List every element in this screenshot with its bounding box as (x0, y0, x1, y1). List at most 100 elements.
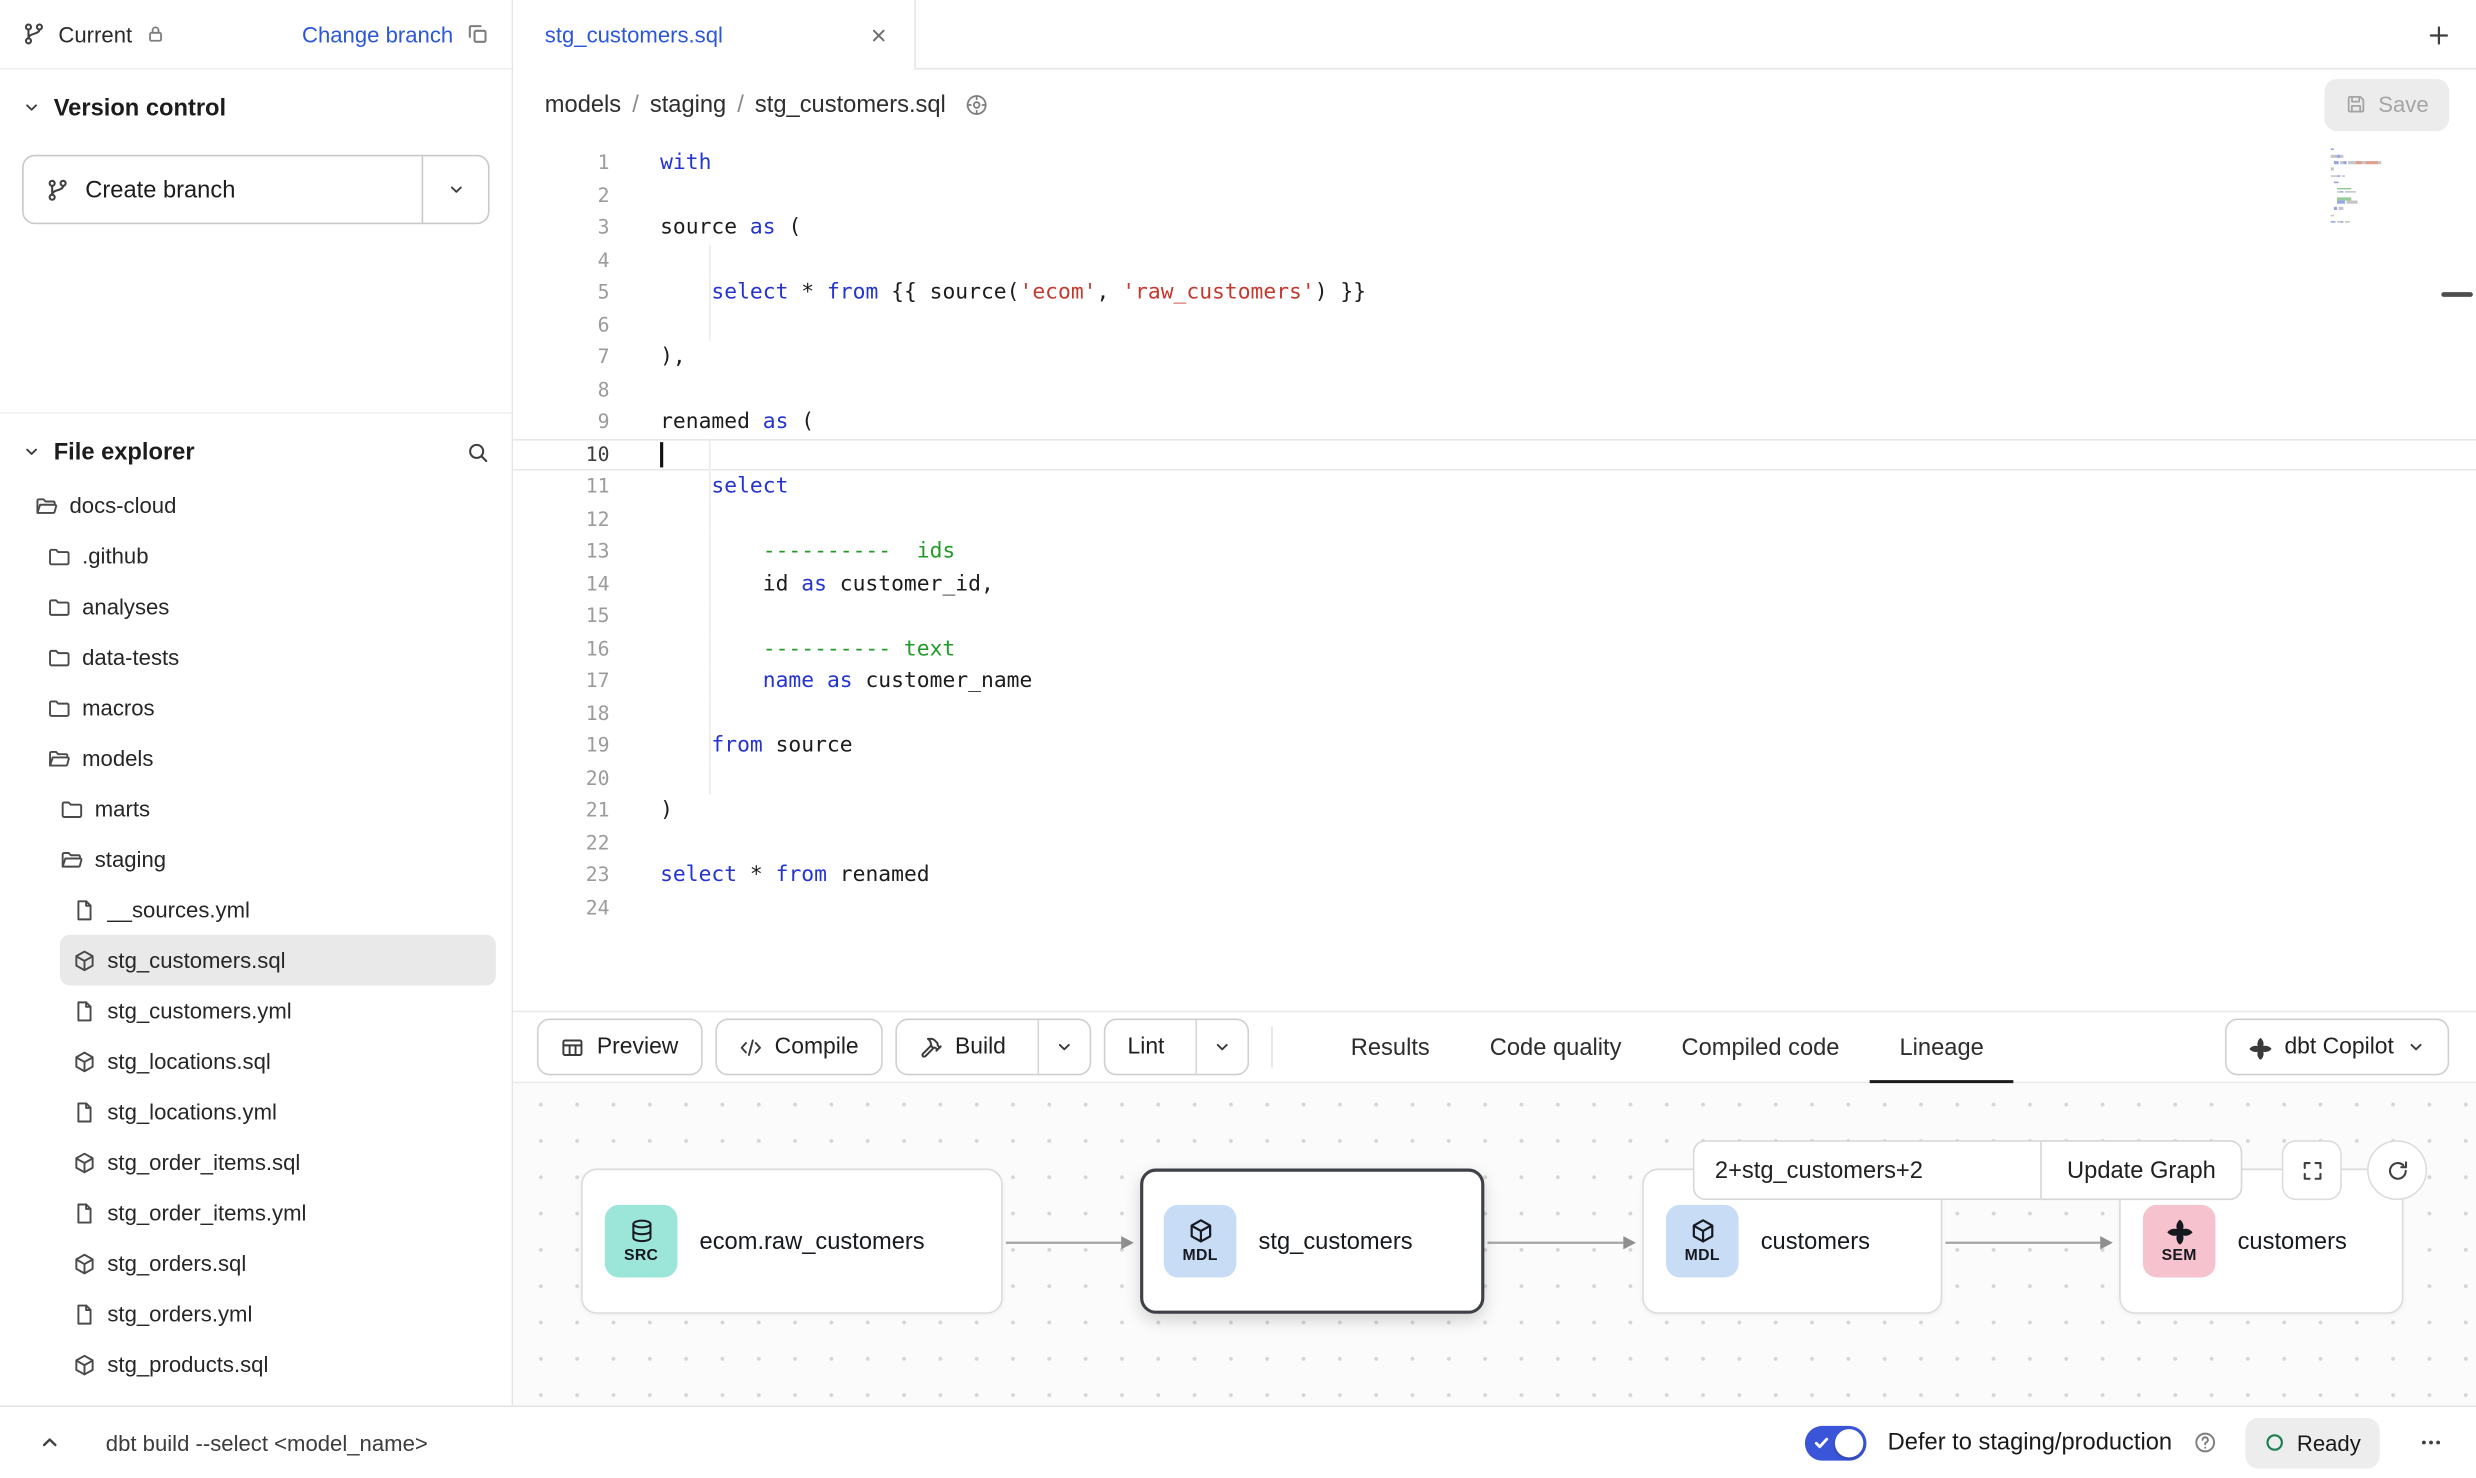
code-line[interactable]: 3source as ( (513, 212, 2476, 244)
code-line[interactable]: 1with (513, 147, 2476, 179)
code-line[interactable]: 21) (513, 794, 2476, 826)
help-icon[interactable] (2193, 1431, 2217, 1455)
tree-item-stg-orders-yml[interactable]: stg_orders.yml (60, 1289, 496, 1340)
code-line[interactable]: 9renamed as ( (513, 406, 2476, 438)
code-line[interactable]: 15 (513, 600, 2476, 632)
code-line[interactable]: 4 (513, 244, 2476, 276)
code-line[interactable]: 14 id as customer_id, (513, 568, 2476, 600)
version-control-header[interactable]: Version control (22, 88, 489, 126)
refresh-button[interactable] (2367, 1140, 2427, 1200)
node-badge-label: MDL (1183, 1247, 1218, 1264)
code-line[interactable]: 10 (513, 438, 2476, 470)
lineage-canvas[interactable]: SRCecom.raw_customers MDLstg_customersMDL… (513, 1083, 2476, 1405)
tree-item-docs-cloud[interactable]: docs-cloud (22, 480, 496, 531)
code-line[interactable]: 11 select (513, 471, 2476, 503)
loom-icon (2166, 1217, 2193, 1244)
code-line[interactable]: 6 (513, 309, 2476, 341)
copy-icon[interactable] (466, 22, 490, 46)
code-editor[interactable]: 1with23source as (45 select * from {{ so… (513, 139, 2476, 1011)
lineage-controls: Update Graph (1693, 1140, 2243, 1200)
tree-item-stg-locations-sql[interactable]: stg_locations.sql (60, 1036, 496, 1087)
tree-item-data-tests[interactable]: data-tests (35, 632, 496, 683)
line-number: 17 (513, 665, 609, 697)
lineage-node-ecom-raw-customers[interactable]: SRCecom.raw_customers (581, 1169, 1003, 1314)
tree-item-staging[interactable]: staging (47, 834, 495, 885)
update-graph-button[interactable]: Update Graph (2040, 1140, 2242, 1200)
collapse-command-bar-button[interactable] (33, 1427, 65, 1459)
tree-item-stg-order-items-sql[interactable]: stg_order_items.sql (60, 1137, 496, 1188)
tree-item-marts[interactable]: marts (47, 783, 495, 834)
indent-guide (709, 276, 711, 308)
dbt-copilot-button[interactable]: dbt Copilot (2224, 1019, 2449, 1076)
file-explorer-header[interactable]: File explorer (0, 433, 512, 471)
tab-lineage[interactable]: Lineage (1869, 1011, 2013, 1084)
command-bar-text[interactable]: dbt build --select <model_name> (106, 1430, 428, 1455)
tree-item-stg-products-sql[interactable]: stg_products.sql (60, 1339, 496, 1390)
tab-results[interactable]: Results (1321, 1011, 1460, 1084)
tree-item-label: stg_locations.yml (107, 1099, 277, 1124)
file-tree: docs-cloud .github analysesdata-testsmacro… (0, 480, 512, 1390)
indent-guide (709, 471, 711, 503)
scrollbar-thumb[interactable] (2441, 292, 2473, 297)
tab-code-quality[interactable]: Code quality (1460, 1011, 1652, 1084)
tree-item-analyses[interactable]: analyses (35, 581, 496, 632)
tree-item-stg-customers-yml[interactable]: stg_customers.yml (60, 985, 496, 1036)
tree-item-stg-order-items-yml[interactable]: stg_order_items.yml (60, 1187, 496, 1238)
tab-compiled-code[interactable]: Compiled code (1651, 1011, 1869, 1084)
tree-item--sources-yml[interactable]: __sources.yml (60, 884, 496, 935)
compile-button[interactable]: Compile (715, 1019, 883, 1076)
code-line[interactable]: 5 select * from {{ source('ecom', 'raw_c… (513, 276, 2476, 308)
build-button[interactable]: Build (895, 1019, 1091, 1076)
code-line[interactable]: 8 (513, 373, 2476, 405)
lineage-selector-input[interactable] (1693, 1140, 2040, 1200)
preview-button[interactable]: Preview (537, 1019, 702, 1076)
code-line[interactable]: 24 (513, 891, 2476, 923)
create-branch-button[interactable]: Create branch (22, 155, 489, 224)
code-line[interactable]: 2 (513, 179, 2476, 211)
minimap[interactable] (2331, 148, 2388, 227)
new-tab-button[interactable] (2419, 16, 2457, 54)
code-line[interactable]: 19 from source (513, 730, 2476, 762)
tree-item--github[interactable]: .github (35, 531, 496, 582)
more-options-button[interactable] (2408, 1420, 2452, 1464)
indent-guide (709, 697, 711, 729)
create-branch-dropdown[interactable] (422, 156, 488, 222)
save-button[interactable]: Save (2325, 78, 2450, 130)
folder-icon (47, 696, 71, 720)
breadcrumb: models/staging/stg_customers.sql (545, 91, 946, 118)
code-line[interactable]: 12 (513, 503, 2476, 535)
fullscreen-button[interactable] (2282, 1140, 2342, 1200)
code-line[interactable]: 20 (513, 762, 2476, 794)
tree-item-models[interactable]: models (35, 733, 496, 784)
settings-icon[interactable] (965, 92, 989, 116)
ready-status-button[interactable]: Ready (2245, 1417, 2380, 1468)
code-line[interactable]: 13 ---------- ids (513, 535, 2476, 567)
code-line[interactable]: 23select * from renamed (513, 859, 2476, 891)
search-icon[interactable] (466, 440, 490, 464)
cube-icon (1689, 1217, 1716, 1244)
tree-item-label: .github (82, 543, 148, 568)
code-line[interactable]: 22 (513, 827, 2476, 859)
ellipsis-icon (2418, 1431, 2442, 1455)
code-line[interactable]: 7), (513, 341, 2476, 373)
tree-item-stg-orders-sql[interactable]: stg_orders.sql (60, 1238, 496, 1289)
tree-item-stg-locations-yml[interactable]: stg_locations.yml (60, 1086, 496, 1137)
change-branch-link[interactable]: Change branch (302, 21, 453, 46)
lint-button[interactable]: Lint (1104, 1019, 1250, 1076)
indent-guide (709, 600, 711, 632)
code-line[interactable]: 16 ---------- text (513, 632, 2476, 664)
code-line[interactable]: 18 (513, 697, 2476, 729)
build-options-dropdown[interactable] (1037, 1020, 1089, 1074)
code-line[interactable]: 17 name as customer_name (513, 665, 2476, 697)
tab-stg-customers-sql[interactable]: stg_customers.sql (513, 0, 916, 69)
file-explorer-section: File explorer docs-cloud .github analysesd… (0, 414, 512, 1406)
close-icon[interactable] (869, 24, 890, 45)
line-number: 4 (513, 244, 609, 276)
lineage-node-stg-customers[interactable]: MDLstg_customers (1140, 1169, 1484, 1314)
defer-toggle[interactable] (1806, 1425, 1868, 1460)
hammer-icon (919, 1035, 943, 1059)
tree-item-macros[interactable]: macros (35, 682, 496, 733)
lock-icon (145, 24, 166, 45)
lint-options-dropdown[interactable] (1196, 1020, 1248, 1074)
tree-item-stg-customers-sql[interactable]: stg_customers.sql (60, 935, 496, 986)
